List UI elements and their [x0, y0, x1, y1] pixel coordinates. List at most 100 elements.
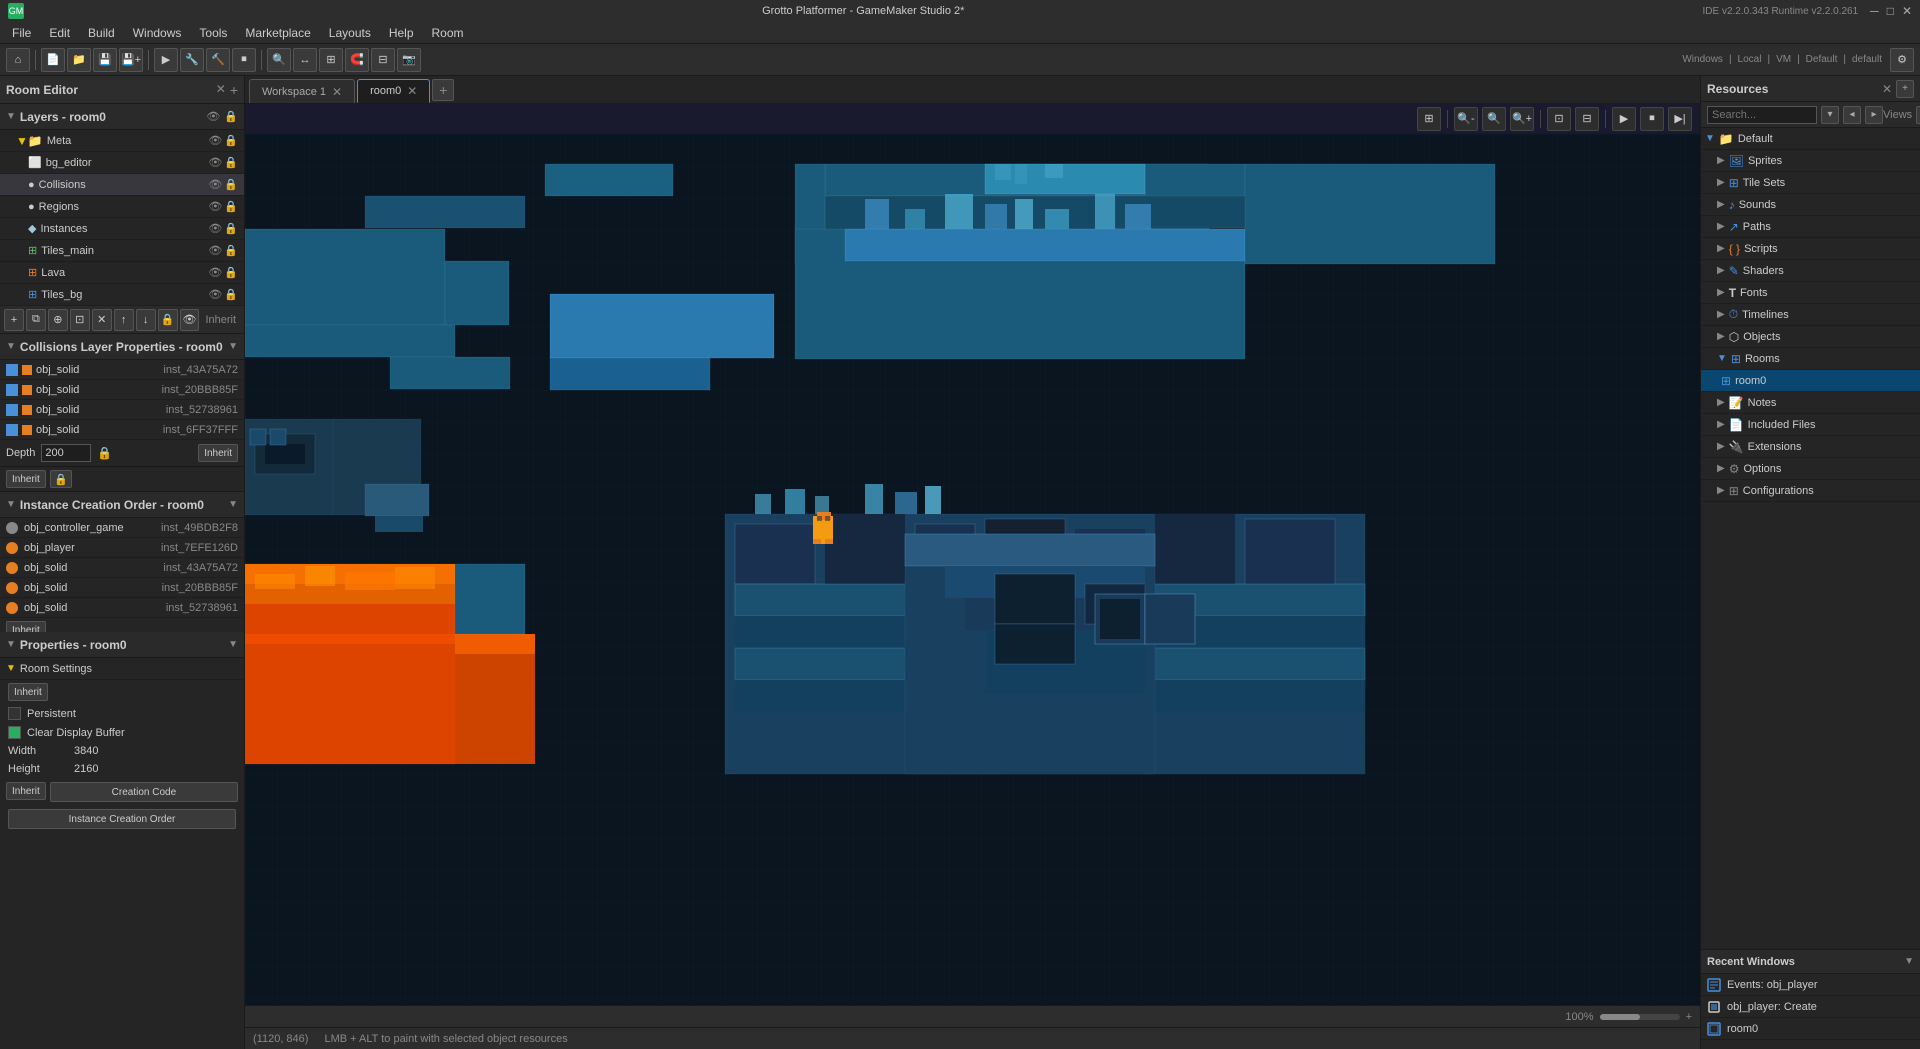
workspace-tab-close[interactable]: ✕	[332, 85, 342, 99]
layers-lock-icon[interactable]: 🔒	[224, 110, 238, 123]
menu-layouts[interactable]: Layouts	[321, 24, 379, 42]
toolbar-clean[interactable]: 🔨	[206, 48, 230, 72]
toolbar-layout[interactable]: ⊟	[371, 48, 395, 72]
lava-lock[interactable]: 🔒	[224, 266, 238, 279]
layer-delete-btn[interactable]: ✕	[92, 309, 112, 331]
collision-item-1[interactable]: obj_solid inst_20BBB85F	[0, 380, 244, 400]
toolbar-settings[interactable]: ⚙	[1890, 48, 1914, 72]
toolbar-build[interactable]: ▶	[154, 48, 178, 72]
creation-code-btn[interactable]: Creation Code	[50, 782, 238, 802]
instance-item-4[interactable]: obj_solid inst_52738961	[0, 598, 244, 618]
depth-input[interactable]	[41, 444, 91, 462]
inherit-btn-1[interactable]: Inherit	[6, 470, 46, 488]
toolbar-grid[interactable]: ⊞	[319, 48, 343, 72]
layers-eye-icon[interactable]: 👁	[206, 110, 220, 123]
toolbar-debug[interactable]: 🔧	[180, 48, 204, 72]
toolbar-home[interactable]: ⌂	[6, 48, 30, 72]
room-tab-close[interactable]: ✕	[407, 84, 417, 98]
toolbar-snap[interactable]: 🧲	[345, 48, 369, 72]
recent-windows-header[interactable]: Recent Windows ▼	[1701, 950, 1920, 974]
res-sprites-folder[interactable]: ▶ 🖼 Sprites	[1701, 150, 1920, 172]
ide-vm-link[interactable]: VM	[1776, 54, 1791, 65]
layer-group-btn[interactable]: ⊡	[70, 309, 90, 331]
res-options-folder[interactable]: ▶ ⚙ Options	[1701, 458, 1920, 480]
canvas-fit-btn[interactable]: ⊡	[1547, 107, 1571, 131]
room-tab[interactable]: room0 ✕	[357, 79, 430, 103]
layer-duplicate-btn[interactable]: ⧉	[26, 309, 46, 331]
instance-order-inherit-btn[interactable]: Inherit	[6, 621, 46, 632]
search-nav-back[interactable]: ◂	[1843, 106, 1861, 124]
search-dropdown-btn[interactable]: ▾	[1821, 106, 1839, 124]
depth-inherit-btn[interactable]: Inherit	[198, 444, 238, 462]
layer-down-btn[interactable]: ↓	[136, 309, 156, 331]
res-configurations-folder[interactable]: ▶ ⊞ Configurations	[1701, 480, 1920, 502]
canvas-grid-btn[interactable]: ⊞	[1417, 107, 1441, 131]
menu-tools[interactable]: Tools	[191, 24, 235, 42]
views-options-btn[interactable]: ≡	[1916, 106, 1920, 124]
res-includedfiles-folder[interactable]: ▶ 📄 Included Files	[1701, 414, 1920, 436]
collision-item-0[interactable]: obj_solid inst_43A75A72	[0, 360, 244, 380]
ide-default2-link[interactable]: default	[1852, 54, 1882, 65]
layer-lava[interactable]: ⊞ Lava 👁 🔒	[0, 262, 244, 284]
resources-search[interactable]	[1707, 106, 1817, 124]
res-extensions-folder[interactable]: ▶ 🔌 Extensions	[1701, 436, 1920, 458]
close-btn[interactable]: ✕	[1902, 4, 1912, 18]
room-editor-add[interactable]: +	[230, 82, 238, 98]
search-nav-forward[interactable]: ▸	[1865, 106, 1883, 124]
toolbar-stop[interactable]: ⏹	[232, 48, 256, 72]
layers-section-header[interactable]: ▼ Layers - room0 👁 🔒	[0, 104, 244, 130]
layer-lock-btn[interactable]: 🔒	[158, 309, 178, 331]
resources-add-btn[interactable]: +	[1896, 80, 1914, 98]
tiles-bg-lock[interactable]: 🔒	[224, 288, 238, 301]
menu-build[interactable]: Build	[80, 24, 123, 42]
layer-merge-btn[interactable]: ⊕	[48, 309, 68, 331]
minimize-btn[interactable]: ─	[1870, 4, 1879, 18]
layer-bg-editor[interactable]: ⬜ bg_editor 👁 🔒	[0, 152, 244, 174]
ide-default-link[interactable]: Default	[1806, 54, 1838, 65]
res-default-folder[interactable]: ▼ 📁 Default	[1701, 128, 1920, 150]
canvas-actual-btn[interactable]: ⊟	[1575, 107, 1599, 131]
instance-item-1[interactable]: obj_player inst_7EFE126D	[0, 538, 244, 558]
ide-local-link[interactable]: Local	[1738, 54, 1762, 65]
maximize-btn[interactable]: □	[1887, 4, 1894, 18]
bg-lock[interactable]: 🔒	[224, 156, 238, 169]
res-room0-item[interactable]: ⊞ room0	[1701, 370, 1920, 392]
canvas-viewport[interactable]	[245, 134, 1700, 1005]
collisions-eye[interactable]: 👁	[208, 178, 222, 191]
tiles-bg-eye[interactable]: 👁	[208, 288, 222, 301]
room-editor-close[interactable]: ✕	[216, 82, 226, 98]
res-notes-folder[interactable]: ▶ 📝 Notes	[1701, 392, 1920, 414]
collision-collapse[interactable]: ▼	[228, 341, 238, 352]
clear-display-checkbox[interactable]	[8, 726, 21, 739]
menu-help[interactable]: Help	[381, 24, 422, 42]
workspace-tab[interactable]: Workspace 1 ✕	[249, 79, 355, 103]
layer-tiles-bg[interactable]: ⊞ Tiles_bg 👁 🔒	[0, 284, 244, 306]
layer-eye-btn[interactable]: 👁	[180, 309, 200, 331]
depth-lock-icon[interactable]: 🔒	[97, 446, 112, 460]
collision-cb-1[interactable]	[6, 384, 18, 396]
tiles-main-eye[interactable]: 👁	[208, 244, 222, 257]
menu-room[interactable]: Room	[424, 24, 472, 42]
res-paths-folder[interactable]: ▶ ↗ Paths	[1701, 216, 1920, 238]
menu-edit[interactable]: Edit	[41, 24, 78, 42]
views-label[interactable]: Views	[1883, 109, 1912, 121]
res-tilesets-folder[interactable]: ▶ ⊞ Tile Sets	[1701, 172, 1920, 194]
res-sounds-folder[interactable]: ▶ ♪ Sounds	[1701, 194, 1920, 216]
collision-layer-header[interactable]: ▼ Collisions Layer Properties - room0 ▼	[0, 334, 244, 360]
toolbar-replace[interactable]: ↔	[293, 48, 317, 72]
toolbar-save-all[interactable]: 💾+	[119, 48, 143, 72]
res-rooms-folder[interactable]: ▼ ⊞ Rooms	[1701, 348, 1920, 370]
collision-cb-3[interactable]	[6, 424, 18, 436]
meta-eye[interactable]: 👁	[208, 134, 222, 147]
res-shaders-folder[interactable]: ▶ ✎ Shaders	[1701, 260, 1920, 282]
instance-item-0[interactable]: obj_controller_game inst_49BDB2F8	[0, 518, 244, 538]
properties-inherit-btn[interactable]: Inherit	[8, 683, 48, 701]
recent-item-0[interactable]: Events: obj_player	[1701, 974, 1920, 996]
meta-lock[interactable]: 🔒	[224, 134, 238, 147]
add-tab-btn[interactable]: +	[432, 79, 454, 101]
instance-creation-order-btn[interactable]: Instance Creation Order	[8, 809, 236, 829]
bg-eye[interactable]: 👁	[208, 156, 222, 169]
collision-item-3[interactable]: obj_solid inst_6FF37FFF	[0, 420, 244, 440]
canvas-stop-btn[interactable]: ⏹	[1640, 107, 1664, 131]
instance-item-2[interactable]: obj_solid inst_43A75A72	[0, 558, 244, 578]
